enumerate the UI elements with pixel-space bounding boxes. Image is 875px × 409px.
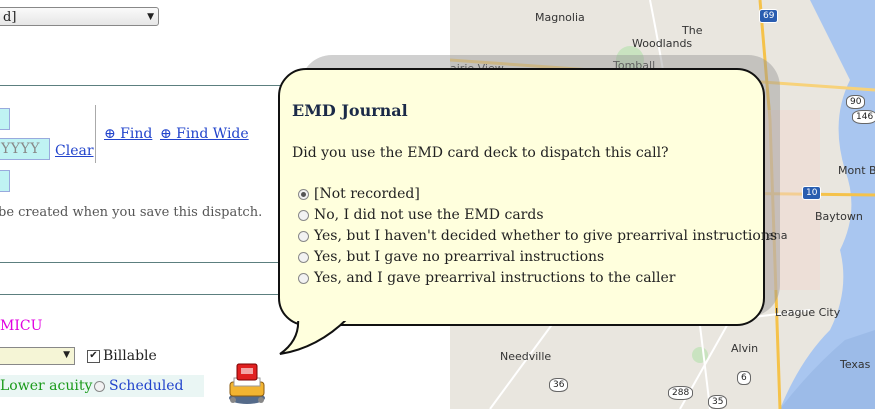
option-label: [Not recorded] bbox=[314, 186, 420, 202]
call-type-select[interactable]: d] ▼ bbox=[0, 7, 159, 26]
map-place-label: Woodlands bbox=[632, 37, 693, 50]
phone-field[interactable] bbox=[0, 170, 10, 192]
chevron-down-icon: ▼ bbox=[63, 350, 70, 360]
highway-shield-icon: 36 bbox=[549, 378, 569, 392]
radio-icon bbox=[298, 252, 309, 263]
radio-selected-icon bbox=[298, 189, 309, 200]
option-label: Yes, but I gave no prearrival instructio… bbox=[314, 249, 605, 265]
radio-icon bbox=[298, 210, 309, 221]
scheduled-radio[interactable]: Scheduled bbox=[94, 378, 183, 394]
chevron-down-icon: ▼ bbox=[147, 12, 154, 22]
radio-icon bbox=[298, 273, 309, 284]
map-place-label: Magnolia bbox=[535, 11, 585, 24]
emd-options-radio-group: [Not recorded] No, I did not use the EMD… bbox=[298, 184, 777, 289]
find-wide-link[interactable]: ⊕ Find Wide bbox=[160, 126, 249, 142]
scheduled-label: Scheduled bbox=[109, 378, 184, 394]
divider bbox=[95, 105, 96, 163]
map-place-label: Needville bbox=[500, 350, 552, 363]
highway-shield-icon: 90 bbox=[846, 95, 866, 109]
map-place-label: League City bbox=[775, 306, 841, 319]
map-place-label: Alvin bbox=[731, 342, 759, 355]
dialog-title: EMD Journal bbox=[292, 101, 408, 120]
dialog-question: Did you use the EMD card deck to dispatc… bbox=[292, 145, 669, 161]
highway-shield-icon: 288 bbox=[668, 386, 694, 400]
option-label: Yes, and I gave prearrival instructions … bbox=[314, 270, 676, 286]
map-place-label: The bbox=[682, 24, 703, 37]
date-field[interactable]: YYYY bbox=[0, 138, 50, 160]
time-field[interactable] bbox=[0, 108, 10, 130]
save-note: be created when you save this dispatch. bbox=[0, 205, 263, 220]
option-label: Yes, but I haven't decided whether to gi… bbox=[314, 228, 778, 244]
radio-icon bbox=[298, 231, 309, 242]
highway-shield-icon: 35 bbox=[708, 395, 728, 409]
checkbox-checked-icon: ✔ bbox=[87, 349, 100, 363]
map-place-label: Texas bbox=[840, 358, 871, 371]
highway-shield-icon: 146 bbox=[852, 110, 875, 124]
interstate-shield-icon: 10 bbox=[802, 186, 822, 200]
clear-link[interactable]: Clear bbox=[55, 143, 94, 159]
emd-option-no-prearrival[interactable]: Yes, but I gave no prearrival instructio… bbox=[298, 247, 777, 268]
map-place-label: Mont B bbox=[838, 164, 875, 177]
map-place-label: Baytown bbox=[815, 210, 863, 223]
emd-option-not-recorded[interactable]: [Not recorded] bbox=[298, 184, 777, 205]
date-placeholder: YYYY bbox=[1, 141, 40, 157]
find-link[interactable]: ⊕ Find bbox=[104, 126, 152, 142]
unit-type-label: MICU bbox=[0, 318, 43, 334]
option-label: No, I did not use the EMD cards bbox=[314, 207, 544, 223]
speech-bubble-tail bbox=[279, 318, 350, 355]
emd-option-undecided[interactable]: Yes, but I haven't decided whether to gi… bbox=[298, 226, 777, 247]
emd-option-not-used[interactable]: No, I did not use the EMD cards bbox=[298, 205, 777, 226]
interstate-shield-icon: 69 bbox=[759, 9, 779, 23]
call-type-select-value: d] bbox=[3, 10, 17, 25]
lower-acuity-label: Lower acuity bbox=[0, 378, 93, 394]
radio-icon bbox=[94, 380, 105, 392]
billable-label: Billable bbox=[103, 348, 157, 364]
unit-select[interactable]: ▼ bbox=[0, 347, 75, 365]
billable-checkbox[interactable]: ✔ Billable bbox=[87, 348, 157, 364]
highway-shield-icon: 6 bbox=[737, 371, 751, 385]
card-deck-icon[interactable] bbox=[224, 360, 270, 406]
emd-option-gave-prearrival[interactable]: Yes, and I gave prearrival instructions … bbox=[298, 268, 777, 289]
